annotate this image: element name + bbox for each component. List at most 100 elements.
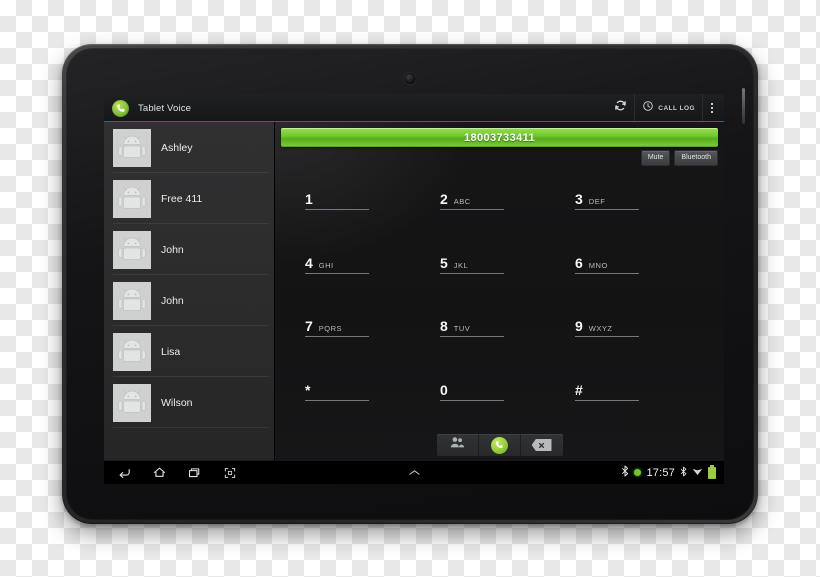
call-log-button[interactable]: CALL LOG bbox=[634, 94, 702, 122]
dialer-toolbar-group bbox=[436, 434, 563, 456]
dialpad-key-8[interactable]: 8 TUV bbox=[432, 305, 567, 369]
edge-indicator bbox=[742, 88, 745, 124]
overflow-dot bbox=[710, 111, 713, 113]
dialpad-key-inner: 7 PQRS bbox=[305, 319, 369, 337]
dialpad-key-7[interactable]: 7 PQRS bbox=[297, 305, 432, 369]
contact-row[interactable]: Wilson bbox=[104, 377, 274, 428]
dialpad-key-inner: 1 bbox=[305, 192, 369, 210]
chevron-up-icon bbox=[407, 464, 422, 482]
dialpad-key-4[interactable]: 4 GHI bbox=[297, 242, 432, 306]
dialpad-key-0[interactable]: 0 bbox=[432, 369, 567, 433]
android-avatar-icon bbox=[113, 128, 151, 167]
dialpad-key-digit: 8 bbox=[440, 318, 448, 334]
contact-row[interactable]: John bbox=[104, 275, 274, 326]
dialpad-key-inner: 3 DEF bbox=[575, 192, 639, 210]
android-avatar-icon bbox=[113, 281, 151, 320]
delete-button[interactable] bbox=[521, 434, 563, 456]
android-avatar-icon bbox=[113, 383, 151, 422]
dialpad-key-5[interactable]: 5 JKL bbox=[432, 242, 567, 306]
green-status-dot bbox=[634, 469, 642, 476]
tablet-screen: Tablet Voice CALL LOG Ashley Free 411 Jo… bbox=[104, 94, 724, 484]
call-log-label: CALL LOG bbox=[658, 104, 695, 112]
action-bar: Tablet Voice CALL LOG bbox=[104, 94, 724, 122]
phone-call-icon bbox=[490, 436, 508, 454]
mute-button[interactable]: Mute bbox=[640, 150, 671, 166]
clock-icon bbox=[642, 99, 654, 117]
contact-row[interactable]: Lisa bbox=[104, 326, 274, 377]
front-camera-icon bbox=[404, 73, 416, 84]
android-avatar-icon bbox=[113, 179, 151, 218]
recent-apps-icon[interactable] bbox=[186, 464, 203, 481]
overflow-dot bbox=[710, 103, 713, 105]
dialpad-key-inner: 6 MNO bbox=[575, 256, 639, 274]
call-banner-wrap: 18003733411 bbox=[275, 122, 724, 147]
system-navigation-bar: 17:57 bbox=[104, 460, 724, 484]
dialpad-key-digit: 1 bbox=[305, 191, 313, 207]
dialpad-key-inner: 2 ABC bbox=[440, 192, 504, 210]
call-button[interactable] bbox=[479, 434, 521, 456]
contact-name: John bbox=[161, 243, 184, 256]
dialpad-key-letters: JKL bbox=[453, 260, 469, 270]
contact-row[interactable]: Free 411 bbox=[104, 173, 274, 224]
battery-icon bbox=[708, 464, 716, 479]
dialer-toolbar bbox=[275, 434, 724, 460]
dialpad: 1 2 ABC 3 DEF 4 GHI 5 JKL 6 MNO 7 PQRS 8 TUV 9 WXYZ * 0 # bbox=[275, 166, 724, 434]
dialpad-key-inner: * bbox=[305, 383, 369, 401]
page-canvas: Tablet Voice CALL LOG Ashley Free 411 Jo… bbox=[0, 0, 820, 577]
contacts-button[interactable] bbox=[437, 434, 479, 456]
dialpad-key-letters: GHI bbox=[318, 260, 334, 270]
notification-handle[interactable] bbox=[400, 461, 428, 485]
dialpad-key-9[interactable]: 9 WXYZ bbox=[567, 305, 702, 369]
backspace-icon bbox=[531, 439, 552, 451]
dialpad-key-digit: # bbox=[575, 381, 583, 398]
contact-name: Ashley bbox=[161, 141, 193, 154]
dialpad-key-letters: ABC bbox=[453, 197, 471, 206]
contact-row[interactable]: Ashley bbox=[104, 122, 274, 173]
dialpad-key-digit: * bbox=[305, 381, 311, 398]
bluetooth-button[interactable]: Bluetooth bbox=[674, 150, 718, 166]
dialpad-key-2[interactable]: 2 ABC bbox=[432, 178, 567, 242]
dialpad-key-letters: WXYZ bbox=[588, 324, 613, 333]
contact-name: Lisa bbox=[161, 345, 181, 358]
refresh-button[interactable] bbox=[607, 94, 634, 122]
overflow-menu-icon[interactable] bbox=[702, 94, 720, 122]
contact-row[interactable]: John bbox=[104, 224, 274, 275]
dialpad-key-letters: MNO bbox=[588, 260, 608, 270]
dialpad-key-digit: 9 bbox=[575, 318, 583, 334]
back-icon[interactable] bbox=[116, 464, 133, 481]
dialpad-key-digit: 2 bbox=[440, 191, 448, 207]
dialpad-key-digit: 0 bbox=[440, 381, 448, 398]
refresh-icon bbox=[614, 99, 627, 117]
android-avatar-icon bbox=[113, 230, 151, 269]
dialpad-key-1[interactable]: 1 bbox=[297, 178, 432, 242]
dialpad-key-letters: TUV bbox=[453, 324, 471, 333]
contact-name: John bbox=[161, 294, 184, 307]
main-content: Ashley Free 411 John John Lisa Wilson 18… bbox=[104, 122, 724, 460]
home-icon[interactable] bbox=[151, 464, 168, 481]
dialpad-key-3[interactable]: 3 DEF bbox=[567, 178, 702, 242]
dialpad-key-hash[interactable]: # bbox=[567, 369, 702, 433]
dialpad-key-6[interactable]: 6 MNO bbox=[567, 242, 702, 306]
dialer-pane: 18003733411 Mute Bluetooth 1 2 ABC 3 DEF 4 GHI… bbox=[275, 122, 724, 460]
status-clock: 17:57 bbox=[646, 466, 675, 479]
dialpad-key-digit: 3 bbox=[575, 191, 583, 207]
active-call-banner[interactable]: 18003733411 bbox=[281, 128, 718, 147]
dialpad-key-inner: 9 WXYZ bbox=[575, 319, 639, 337]
tablet-bezel: Tablet Voice CALL LOG Ashley Free 411 Jo… bbox=[66, 48, 754, 520]
contact-name: Wilson bbox=[161, 396, 193, 409]
android-avatar-icon bbox=[113, 332, 151, 371]
phone-icon bbox=[112, 99, 129, 117]
contacts-list[interactable]: Ashley Free 411 John John Lisa Wilson bbox=[104, 122, 275, 460]
dialpad-key-letters: DEF bbox=[588, 197, 606, 206]
dialed-number: 18003733411 bbox=[463, 131, 536, 144]
dialpad-key-digit: 4 bbox=[305, 254, 313, 271]
status-icons[interactable]: 17:57 bbox=[621, 464, 716, 482]
dialpad-key-star[interactable]: * bbox=[297, 369, 432, 433]
dialpad-key-digit: 5 bbox=[440, 254, 448, 271]
tablet-device: Tablet Voice CALL LOG Ashley Free 411 Jo… bbox=[62, 44, 758, 524]
dialpad-key-inner: 0 bbox=[440, 383, 504, 401]
dialpad-key-letters: PQRS bbox=[318, 324, 343, 333]
screenshot-icon[interactable] bbox=[221, 464, 238, 481]
people-icon bbox=[450, 436, 465, 454]
dialpad-key-inner: 4 GHI bbox=[305, 256, 369, 274]
